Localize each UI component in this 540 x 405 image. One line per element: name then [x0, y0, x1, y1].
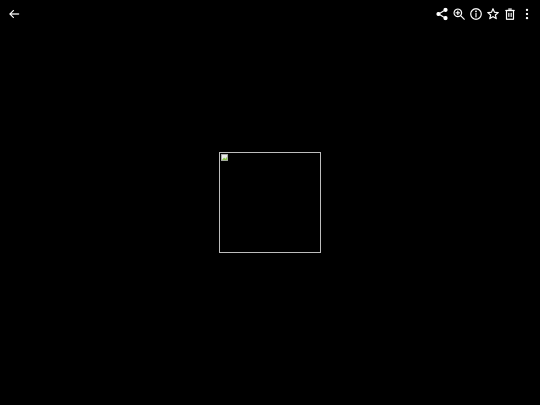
photo-viewer [0, 0, 540, 405]
more-vert-icon [520, 7, 534, 21]
zoom-in-button[interactable] [450, 5, 468, 23]
info-icon [469, 7, 483, 21]
photo-stage[interactable] [0, 28, 540, 405]
broken-image-frame [219, 152, 321, 253]
delete-icon [503, 7, 517, 21]
share-icon [435, 7, 449, 21]
top-toolbar [0, 0, 540, 28]
back-button[interactable] [5, 5, 23, 23]
arrow-back-icon [7, 7, 21, 21]
favorite-button[interactable] [484, 5, 502, 23]
star-outline-icon [486, 7, 500, 21]
delete-button[interactable] [501, 5, 519, 23]
info-button[interactable] [467, 5, 485, 23]
broken-image-icon [221, 154, 228, 161]
share-button[interactable] [433, 5, 451, 23]
more-options-button[interactable] [518, 5, 536, 23]
zoom-in-icon [452, 7, 466, 21]
